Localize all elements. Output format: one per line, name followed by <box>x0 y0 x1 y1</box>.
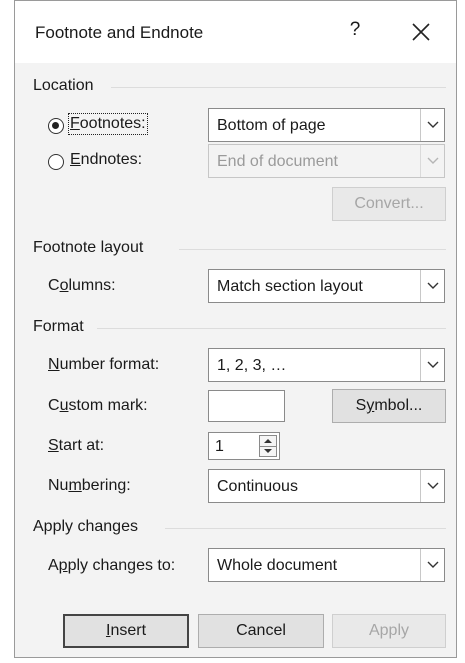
chevron-down-icon <box>420 470 444 502</box>
numbering-label: Numbering: <box>48 477 131 495</box>
number-format-value: 1, 2, 3, … <box>217 357 287 374</box>
apply-changes-to-value: Whole document <box>217 557 338 574</box>
columns-select[interactable]: Match section layout <box>208 269 445 303</box>
numbering-mnemonic: m <box>68 477 82 494</box>
insert-button[interactable]: Insert <box>63 614 189 648</box>
apply-to-label-pre: A <box>48 557 59 574</box>
custom-mark-label: Custom mark: <box>48 397 148 415</box>
start-at-label-text: tart at: <box>58 437 105 454</box>
apply-to-label-post: ply changes to: <box>67 557 176 574</box>
chevron-down-icon <box>420 145 444 177</box>
number-format-mnemonic: N <box>48 356 60 373</box>
cancel-button[interactable]: Cancel <box>198 614 324 648</box>
columns-label-pre: C <box>48 277 60 294</box>
dialog-title: Footnote and Endnote <box>35 23 204 42</box>
number-format-label-text: umber format: <box>59 356 160 373</box>
number-format-select[interactable]: 1, 2, 3, … <box>208 348 445 382</box>
apply-to-mnemonic: p <box>58 557 68 574</box>
custom-mark-label-pre: C <box>48 397 60 414</box>
help-icon[interactable]: ? <box>343 19 367 41</box>
start-at-mnemonic: S <box>48 437 59 454</box>
footnote-layout-heading: Footnote layout <box>33 239 144 256</box>
background-edge <box>0 0 14 663</box>
numbering-label-post: bering: <box>81 477 131 494</box>
chevron-down-icon <box>420 549 444 581</box>
symbol-label-pre: S <box>355 397 367 414</box>
custom-mark-input[interactable] <box>208 390 285 422</box>
footnotes-position-select[interactable]: Bottom of page <box>208 108 445 142</box>
location-heading: Location <box>33 77 94 94</box>
footnotes-label[interactable]: Footnotes: <box>68 113 148 135</box>
numbering-select[interactable]: Continuous <box>208 469 445 503</box>
endnotes-position-value: End of document <box>217 153 338 170</box>
apply-changes-heading: Apply changes <box>33 518 138 535</box>
symbol-label-post: mbol... <box>374 397 423 414</box>
footnotes-label-text: ootnotes: <box>79 115 146 132</box>
footnotes-radio[interactable] <box>48 118 64 134</box>
insert-label-text: nsert <box>110 622 147 639</box>
endnotes-position-select[interactable]: End of document <box>208 144 445 178</box>
spinner-down-icon[interactable] <box>260 446 276 456</box>
numbering-label-pre: Nu <box>48 477 69 494</box>
footnotes-position-value: Bottom of page <box>217 117 326 134</box>
columns-label-post: lumns: <box>68 277 116 294</box>
apply-changes-divider <box>165 528 446 529</box>
footnotes-mnemonic: F <box>70 115 80 132</box>
start-at-label: Start at: <box>48 437 104 455</box>
footnote-layout-divider <box>179 249 446 250</box>
apply-changes-to-select[interactable]: Whole document <box>208 548 445 582</box>
symbol-button[interactable]: Symbol... <box>332 389 446 423</box>
columns-label: Columns: <box>48 277 116 295</box>
footnote-endnote-dialog: Footnote and Endnote ? Location Footnote… <box>14 0 457 658</box>
endnotes-radio[interactable] <box>48 154 64 170</box>
custom-mark-label-post: stom mark: <box>68 397 148 414</box>
numbering-value: Continuous <box>217 478 298 495</box>
apply-changes-to-label: Apply changes to: <box>48 557 175 575</box>
columns-value: Match section layout <box>217 278 363 295</box>
chevron-down-icon <box>420 349 444 381</box>
convert-button[interactable]: Convert... <box>332 187 446 221</box>
close-icon[interactable] <box>410 21 434 45</box>
endnotes-label[interactable]: Endnotes: <box>70 151 142 169</box>
start-at-value: 1 <box>215 438 224 455</box>
endnotes-mnemonic: E <box>70 151 81 168</box>
format-divider <box>97 328 446 329</box>
chevron-down-icon <box>420 109 444 141</box>
format-heading: Format <box>33 318 84 335</box>
title-bar: Footnote and Endnote ? <box>15 1 456 63</box>
radio-selected-dot <box>52 122 59 129</box>
chevron-down-icon <box>420 270 444 302</box>
number-format-label: Number format: <box>48 356 159 374</box>
apply-button[interactable]: Apply <box>332 614 446 648</box>
location-divider <box>111 87 446 88</box>
endnotes-label-text: ndnotes: <box>80 151 143 168</box>
start-at-spinner[interactable]: 1 <box>208 432 280 460</box>
spinner-buttons <box>259 435 277 457</box>
